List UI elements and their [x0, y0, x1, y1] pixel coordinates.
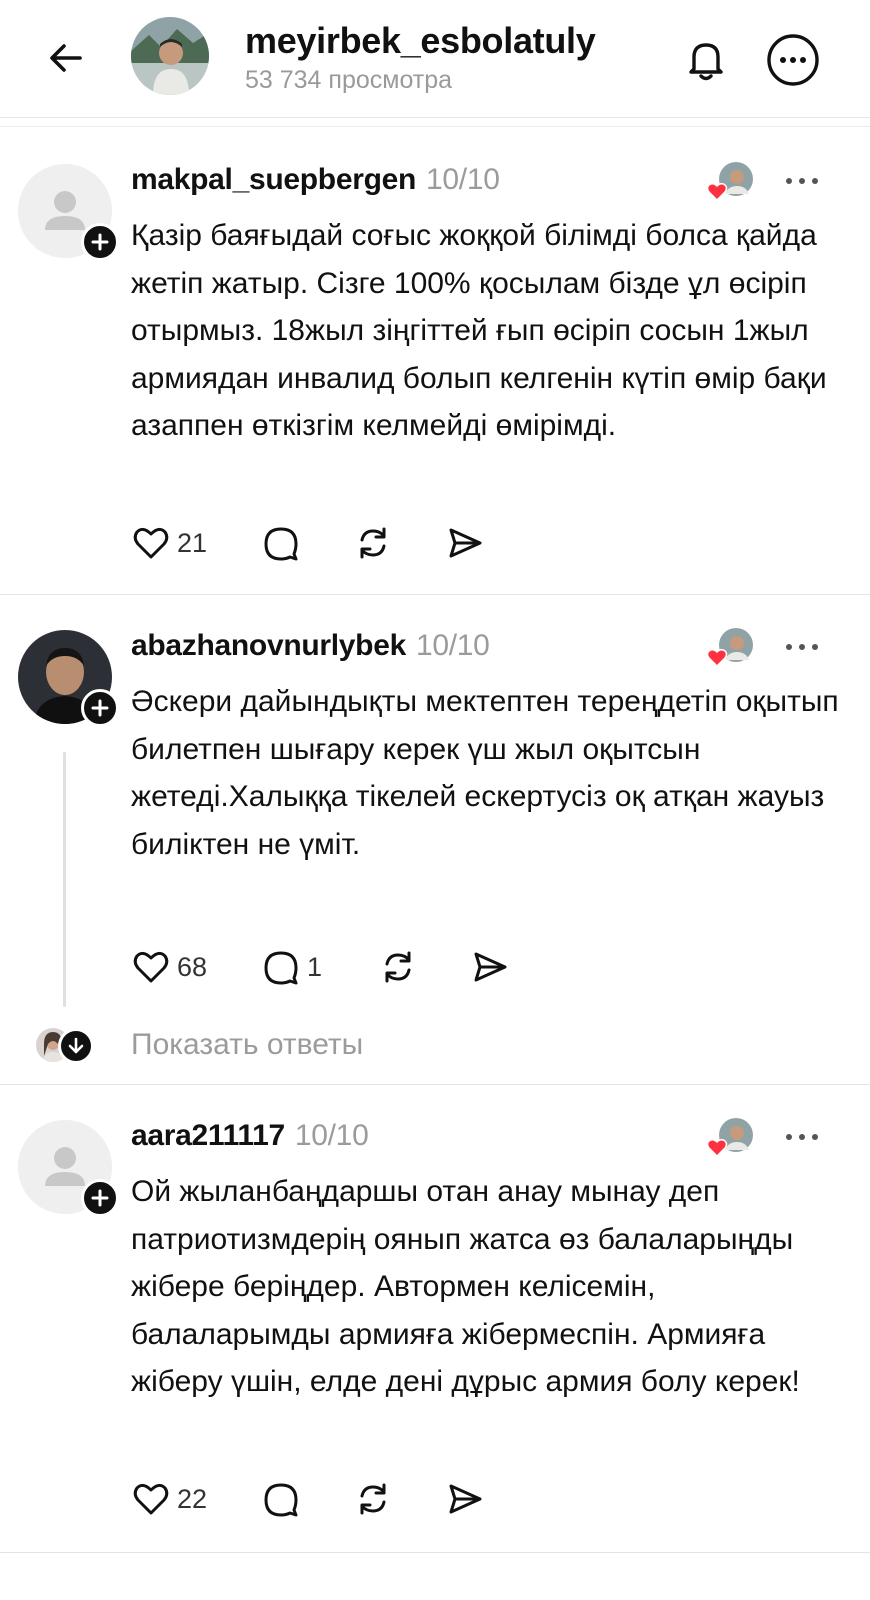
- comment-button[interactable]: [261, 521, 353, 565]
- plus-icon: [91, 1189, 109, 1207]
- show-replies-link[interactable]: Показать ответы: [131, 1028, 363, 1062]
- share-icon: [449, 528, 482, 558]
- plus-icon: [91, 699, 109, 717]
- comment-text: Әскери дайындықты мектептен тереңдетіп о…: [131, 685, 839, 861]
- follow-button[interactable]: [81, 1179, 119, 1217]
- heart-badge-icon: [706, 648, 728, 668]
- bell-icon: [689, 43, 723, 81]
- comment-date: 10/10: [294, 1119, 369, 1152]
- comment-username[interactable]: abazhanovnurlybek 10/10: [131, 629, 490, 663]
- comment-more-button[interactable]: [780, 166, 824, 196]
- share-button[interactable]: [470, 945, 510, 989]
- like-count: 21: [177, 527, 208, 558]
- comment-more-button[interactable]: [780, 1122, 824, 1152]
- heart-icon: [133, 527, 169, 559]
- share-button[interactable]: [445, 1477, 485, 1521]
- back-button[interactable]: [38, 30, 94, 86]
- show-replies-row[interactable]: Показать ответы: [0, 1022, 870, 1072]
- comment-icon: [264, 951, 298, 985]
- comment-text: Ой жыланбаңдаршы отан анау мынау деп пат…: [131, 1175, 800, 1398]
- like-count: 68: [177, 951, 208, 982]
- reply-count: 1: [307, 951, 323, 982]
- heart-icon: [133, 1483, 169, 1515]
- username-text[interactable]: makpal_suepbergen: [131, 163, 416, 196]
- comment-date: 10/10: [415, 629, 490, 662]
- liked-by-author-indicator[interactable]: [706, 1116, 756, 1160]
- more-horizontal-icon: [786, 1134, 818, 1140]
- post-divider: [0, 1552, 870, 1553]
- repost-button[interactable]: [378, 945, 470, 989]
- liked-by-author-indicator[interactable]: [706, 160, 756, 204]
- comment-actions: 21: [131, 521, 485, 565]
- comment-date: 10/10: [426, 163, 500, 196]
- comment-username[interactable]: aara211117 10/10: [131, 1119, 369, 1153]
- like-button[interactable]: 68: [131, 945, 221, 989]
- repost-icon: [385, 951, 411, 983]
- arrow-down-icon: [68, 1037, 84, 1054]
- header-divider: [0, 126, 870, 127]
- more-circle-icon: [767, 34, 819, 86]
- header-more-button[interactable]: [763, 30, 823, 90]
- profile-username[interactable]: meyirbek_esbolatuly: [245, 20, 596, 62]
- comment-text: Қазір баяғыдай соғыс жоққой білімді болс…: [131, 219, 827, 442]
- back-arrow-icon: [50, 44, 82, 72]
- comment-username[interactable]: makpal_suepbergen 10/10: [131, 163, 500, 197]
- share-icon: [449, 1484, 482, 1514]
- comment-icon: [264, 527, 298, 561]
- liked-by-author-indicator[interactable]: [706, 626, 756, 670]
- follow-button[interactable]: [81, 689, 119, 727]
- more-horizontal-icon: [786, 178, 818, 184]
- heart-badge-icon: [706, 1138, 728, 1158]
- more-horizontal-icon: [786, 644, 818, 650]
- repost-button[interactable]: [353, 1477, 445, 1521]
- view-count: 53 734 просмотра: [245, 66, 453, 94]
- share-button[interactable]: [445, 521, 485, 565]
- thread-line: [63, 752, 66, 1007]
- like-count: 22: [177, 1483, 208, 1514]
- comment-actions: 68 1: [131, 945, 510, 989]
- username-text[interactable]: abazhanovnurlybek: [131, 629, 406, 662]
- like-button[interactable]: 21: [131, 521, 221, 565]
- plus-icon: [91, 233, 109, 251]
- comment-icon: [264, 1483, 298, 1517]
- post-divider: [0, 1084, 870, 1085]
- comment-actions: 22: [131, 1477, 485, 1521]
- notifications-button[interactable]: [676, 30, 736, 90]
- repost-icon: [360, 1483, 386, 1515]
- heart-badge-icon: [706, 182, 728, 202]
- heart-icon: [133, 951, 169, 983]
- repost-button[interactable]: [353, 521, 445, 565]
- comment-button[interactable]: [261, 1477, 353, 1521]
- like-button[interactable]: 22: [131, 1477, 221, 1521]
- share-icon: [474, 952, 507, 982]
- expand-replies-button[interactable]: [58, 1028, 94, 1064]
- username-text[interactable]: aara211117: [131, 1119, 285, 1152]
- profile-avatar[interactable]: [131, 17, 209, 95]
- comment-button[interactable]: 1: [261, 945, 378, 989]
- repost-icon: [360, 527, 386, 559]
- comment-more-button[interactable]: [780, 632, 824, 662]
- post-divider: [0, 594, 870, 595]
- header: meyirbek_esbolatuly 53 734 просмотра: [0, 0, 870, 118]
- follow-button[interactable]: [81, 223, 119, 261]
